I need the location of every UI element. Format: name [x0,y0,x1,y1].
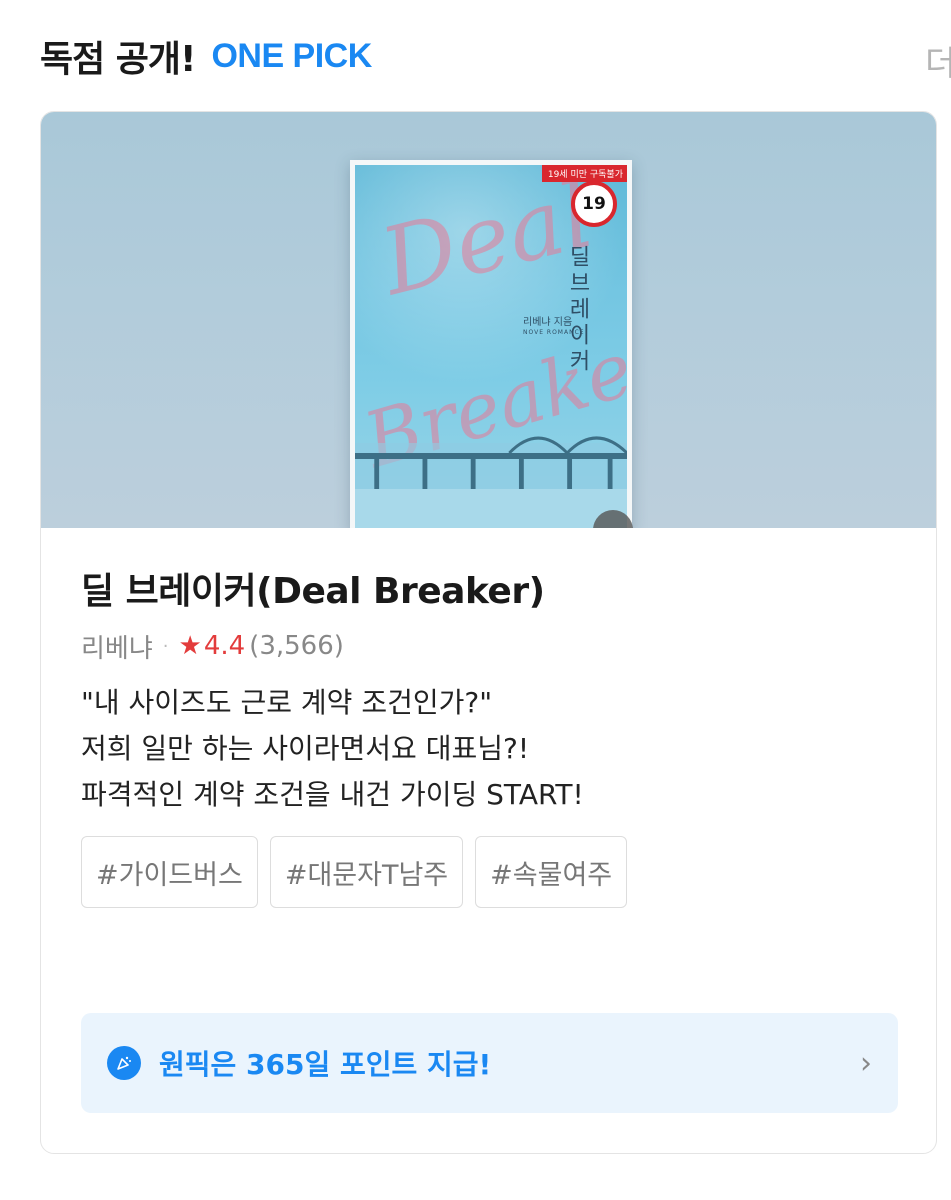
author-name[interactable]: 리베냐 [81,628,153,665]
age-restriction-ribbon: 19세 미만 구독불가 [541,165,627,182]
description-line: 파격적인 계약 조건을 내건 가이딩 START! [81,778,584,811]
meta-separator: · [162,635,169,657]
description-line: 저희 일만 하는 사이라면서요 대표님?! [81,732,530,765]
review-count: (3,566) [249,631,344,661]
book-meta: 리베냐 · ★ 4.4 (3,566) [81,628,896,664]
book-info: 딜 브레이커(Deal Breaker) 리베냐 · ★ 4.4 (3,566)… [41,528,936,908]
cover-author: 리베냐 지음 [523,317,573,328]
book-description: "내 사이즈도 근로 계약 조건인가?" 저희 일만 하는 사이라면서요 대표님… [81,680,896,818]
more-link[interactable]: 더보기 [925,36,951,85]
tag-chip[interactable]: #대문자T남주 [269,836,464,908]
description-line: "내 사이즈도 근로 계약 조건인가?" [81,686,493,719]
cover-vertical-title: 딜브레이커 [565,245,590,375]
cover-area[interactable]: Deal Breaker 딜브레이커 리베냐 지음 NOVE ROMANCE 1… [41,112,936,528]
section-header: 독점 공개! ONE PICK 더보기 [40,30,951,85]
star-icon: ★ [178,631,202,661]
chevron-right-icon: › [860,1045,872,1081]
promo-banner[interactable]: 원픽은 365일 포인트 지급! › [81,1013,898,1113]
age-19-badge: 19 [571,181,617,227]
cover-subtitle: NOVE ROMANCE [523,329,585,336]
one-pick-brand: ONE PICK [211,36,372,75]
rating-value: 4.4 [203,631,246,661]
tag-list: #가이드버스 #대문자T남주 #속물여주 [81,836,896,908]
party-popper-icon-glyph [117,1056,131,1070]
promo-text: 원픽은 365일 포인트 지급! [159,1048,492,1081]
section-title: 독점 공개! [40,39,196,80]
one-pick-card[interactable]: Deal Breaker 딜브레이커 리베냐 지음 NOVE ROMANCE 1… [40,111,937,1154]
book-cover[interactable]: Deal Breaker 딜브레이커 리베냐 지음 NOVE ROMANCE 1… [350,160,632,528]
tag-chip[interactable]: #속물여주 [475,836,628,908]
book-title[interactable]: 딜 브레이커(Deal Breaker) [81,568,896,616]
tag-chip[interactable]: #가이드버스 [81,836,258,908]
cover-bridge-illustration [355,436,627,528]
party-popper-icon [107,1046,141,1080]
